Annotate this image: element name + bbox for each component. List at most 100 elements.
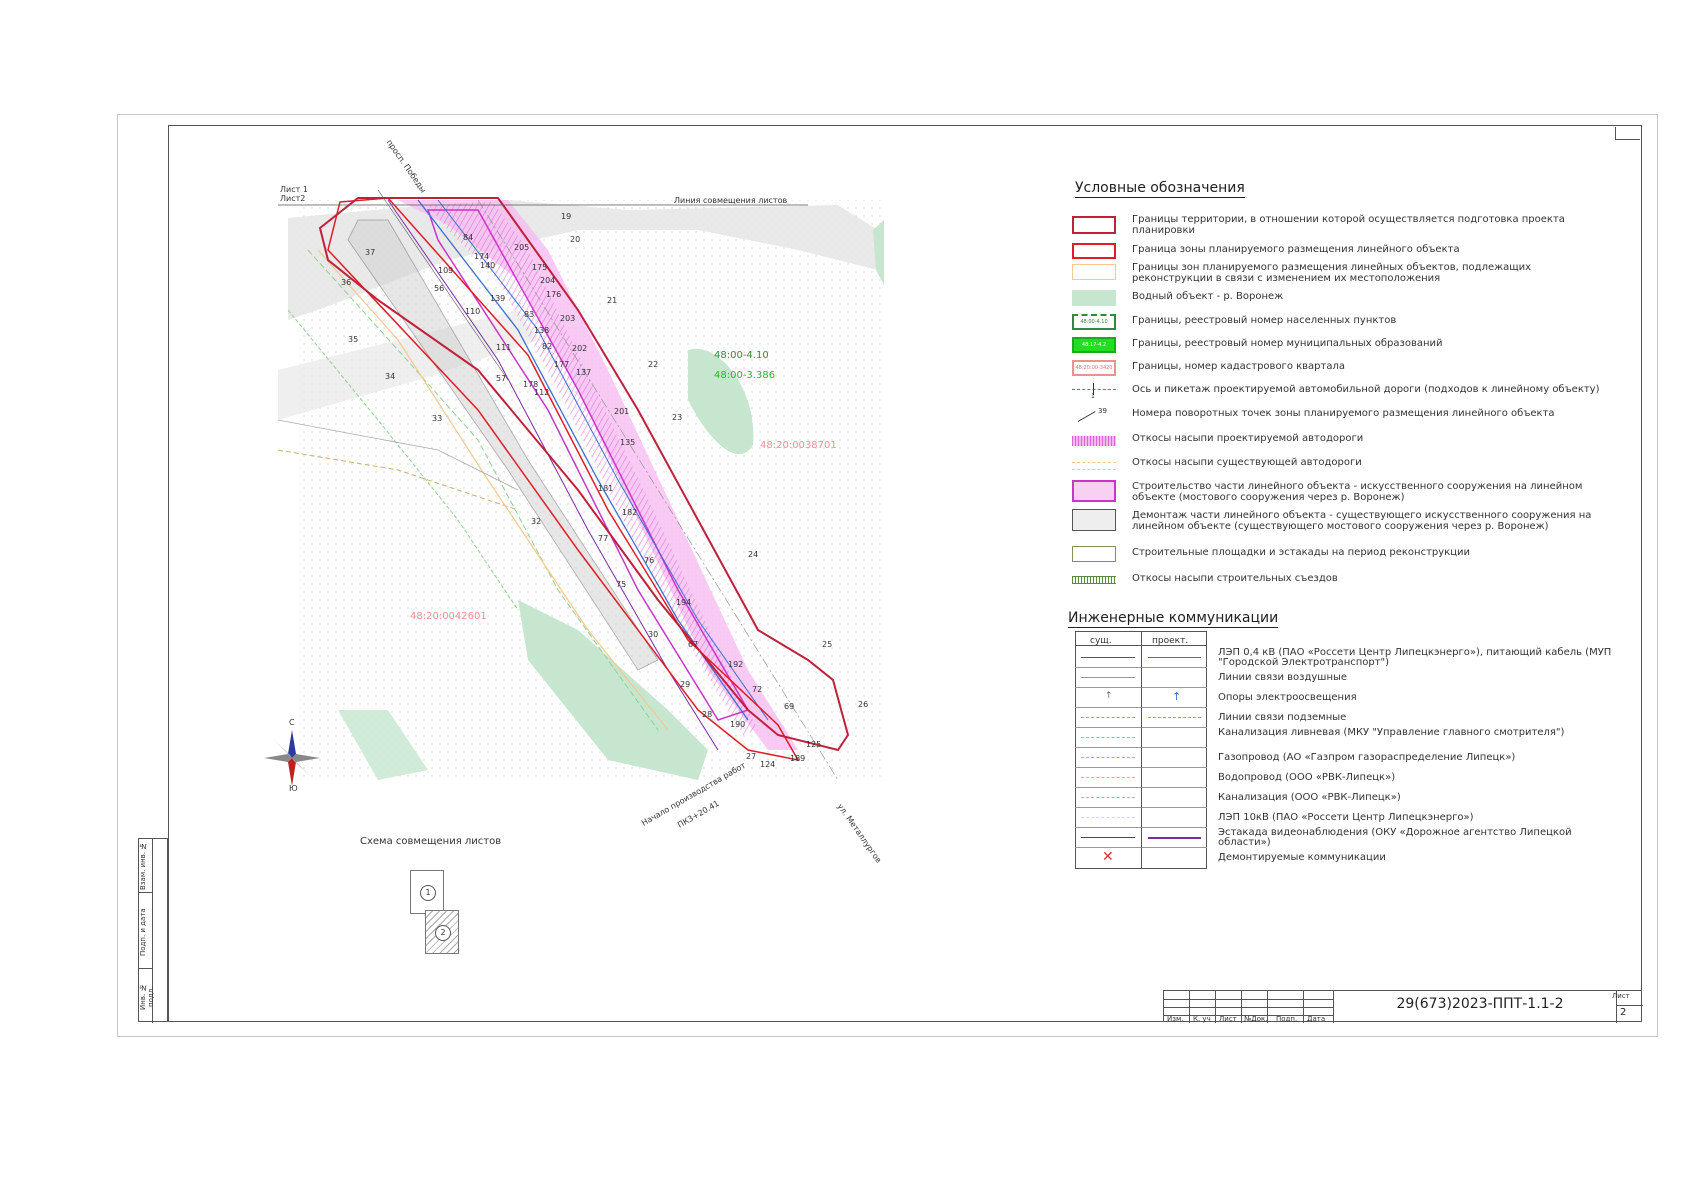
point-label: 35 [348,335,359,344]
point-label: 30 [648,630,659,639]
strip-label: Подп. и дата [139,908,147,956]
comm-item: Канализация (ООО «РВК-Липецк») [1075,788,1615,808]
col-header: Лист [1219,1015,1237,1023]
comm-item: ↑ ↑ Опоры электроосвещения [1075,688,1615,708]
sheet-label: Лист 1 [280,185,308,194]
combine-line-label: Линия совмещения листов [674,196,788,205]
col-header: Дата [1307,1015,1326,1023]
point-label: 37 [365,248,376,257]
legend-item: Границы территории, в отношении которой … [1072,214,1592,236]
zone-border-icon [1072,243,1116,259]
point-label: 24 [748,550,759,559]
strip-label: Взам. инв. № [139,841,147,891]
point-label: 204 [540,276,556,285]
point-label: 175 [532,263,548,272]
point-label: 181 [598,484,614,493]
compass-rose: С Ю [262,718,322,793]
point-label: 25 [822,640,833,649]
point-label: 176 [546,290,562,299]
point-label: 112 [534,388,550,397]
map-svg [278,190,884,781]
point-label: 57 [496,374,507,383]
water-object-icon [1072,290,1116,306]
legend-item: Откосы насыпи существующей автодороги [1072,454,1592,476]
cross-icon: ✕ [1102,849,1114,865]
cadastral-code: 48:20:0042601 [410,611,487,622]
comm-item: Эстакада видеонаблюдения (ОКУ «Дорожное … [1075,828,1615,848]
point-label: 192 [728,660,744,669]
point-label: 72 [752,685,763,694]
point-label: 140 [480,261,496,270]
point-label: 109 [438,266,454,275]
point-label: 110 [465,307,481,316]
col-header: Подп. [1276,1015,1298,1023]
comm-item: ✕ Демонтируемые коммуникации [1075,848,1615,868]
comm-item: Водопровод (ООО «РВК-Липецк») [1075,768,1615,788]
point-label: 77 [598,534,609,543]
point-label: 125 [806,740,822,749]
point-label: 32 [531,517,542,526]
turning-point-icon: 39 [1072,407,1116,423]
cadastral-border-icon: 48:20:00-3420 [1072,360,1116,376]
legend-item: 39 Номера поворотных точек зоны планируе… [1072,405,1592,427]
scheme-sheet-1: 1 [410,870,444,914]
lamp-icon: ↑ [1172,690,1182,703]
left-stamp-strip: Взам. инв. № Подп. и дата Инв. № подл. [138,838,168,1023]
point-label: 23 [672,413,683,422]
embankment-project-icon [1072,436,1116,446]
point-label: 22 [648,360,659,369]
reconstruction-zone-icon [1072,264,1116,280]
bridge-construction-icon [1072,480,1116,502]
point-label: 36 [341,278,352,287]
comm-item: Канализация ливневая (МКУ "Управление гл… [1075,728,1615,748]
ramp-embankment-icon [1072,576,1116,584]
embankment-existing-icon [1072,462,1116,470]
comm-item: ЛЭП 0,4 кВ (ПАО «Россети Центр Липецкэне… [1075,648,1615,668]
scheme-sheet-2: 2 [425,910,459,954]
legend-item: Откосы насыпи строительных съездов [1072,570,1592,592]
legend-title: Условные обозначения [1075,180,1245,198]
sheet-label: Лист2 [280,194,306,203]
point-label: 26 [858,700,869,709]
sheet-label: Лист [1612,992,1630,1000]
legend-item: Границы зон планируемого размещения лине… [1072,262,1592,284]
legend-item: Демонтаж части линейного объекта - сущес… [1072,507,1592,532]
legend-item: Водный объект - р. Воронеж [1072,288,1592,310]
point-label: 34 [385,372,396,381]
legend-item: Граница зоны планируемого размещения лин… [1072,241,1592,263]
compass-icon [264,730,320,786]
corner-mark [1615,127,1640,140]
point-label: 190 [730,720,746,729]
point-label: 203 [560,314,576,323]
point-label: 27 [746,752,757,761]
point-label: 205 [514,243,530,252]
construction-site-icon [1072,546,1116,562]
point-label: 135 [620,438,636,447]
point-label: 194 [676,598,692,607]
point-label: 33 [432,414,443,423]
legend-item: 48:17-4.2 Границы, реестровый номер муни… [1072,335,1592,357]
point-label: 84 [463,233,474,242]
sheet-2-number: 2 [435,925,451,941]
point-label: 174 [474,252,490,261]
legend-item: 48:00-4.10 Границы, реестровый номер нас… [1072,312,1592,334]
comm-item: Линии связи подземные [1075,708,1615,728]
map-area[interactable]: Лист 1 Лист2 Линия совмещения листов 48:… [278,138,884,865]
col-header: №Док. [1244,1015,1268,1023]
legend-item: 1 Ось и пикетаж проектируемой автомобиль… [1072,381,1600,403]
legend-item: 48:20:00-3420 Границы, номер кадастровог… [1072,358,1592,380]
point-label: 19 [561,212,572,221]
point-label: 202 [572,344,588,353]
scheme-title: Схема совмещения листов [360,836,502,847]
territory-border-icon [1072,216,1116,234]
cadastral-code: 48:20:0038701 [760,440,837,451]
point-label: 182 [622,508,638,517]
bridge-demolition-icon [1072,509,1116,531]
point-label: 76 [644,556,655,565]
point-label: 29 [680,680,691,689]
comm-item: ЛЭП 10кВ (ПАО «Россети Центр Липецкэнерг… [1075,808,1615,828]
municipal-code: 48:00-3.386 [714,370,776,381]
point-label: 21 [607,296,618,305]
compass-north: С [289,718,295,727]
sheet-number: 2 [1620,1007,1627,1018]
